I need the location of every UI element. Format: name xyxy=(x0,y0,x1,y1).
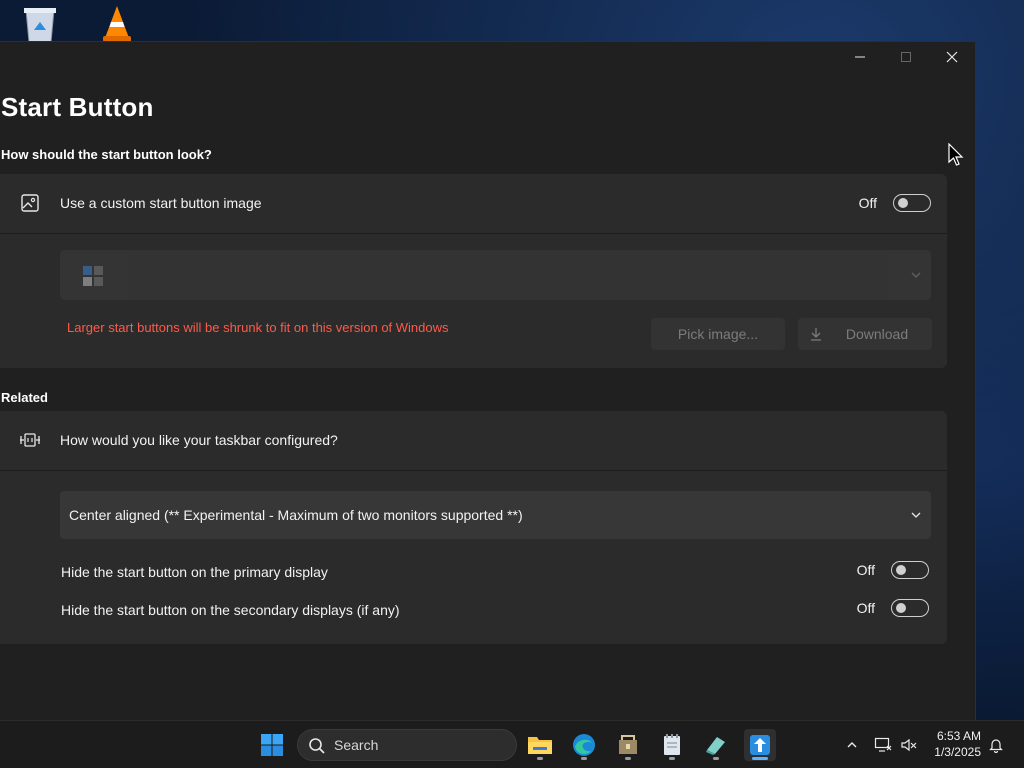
app-package-icon[interactable] xyxy=(612,729,644,761)
start-button-style-preview-icon xyxy=(83,266,103,291)
taskbar-config-card: How would you like your taskbar configur… xyxy=(0,411,947,644)
card-divider xyxy=(0,233,947,234)
minimize-icon xyxy=(855,56,865,58)
running-indicator xyxy=(713,757,719,760)
recycle-bin-icon[interactable] xyxy=(20,4,60,44)
taskbar-alignment-value: Center aligned (** Experimental - Maximu… xyxy=(69,507,523,523)
section-label-look: How should the start button look? xyxy=(1,147,212,162)
custom-image-row: Use a custom start button image Off xyxy=(0,174,947,232)
download-label: Download xyxy=(845,326,909,342)
clock-time: 6:53 AM xyxy=(936,729,981,743)
section-label-related: Related xyxy=(1,390,48,405)
hide-primary-toggle-group: Off xyxy=(857,561,929,579)
running-indicator xyxy=(625,757,631,760)
chevron-up-icon xyxy=(847,742,857,748)
show-hidden-icons-button[interactable] xyxy=(842,721,862,768)
close-button[interactable] xyxy=(929,42,975,72)
page-title: Start Button xyxy=(1,92,154,122)
custom-image-card: Use a custom start button image Off Larg… xyxy=(0,174,947,368)
size-warning-text: Larger start buttons will be shrunk to f… xyxy=(67,320,449,335)
network-icon[interactable] xyxy=(872,721,894,768)
custom-image-toggle-group: Off xyxy=(859,194,931,212)
notification-bell-icon[interactable] xyxy=(986,721,1006,768)
maximize-icon xyxy=(901,52,911,62)
hide-secondary-label: Hide the start button on the secondary d… xyxy=(61,602,400,618)
maximize-button[interactable] xyxy=(883,42,929,72)
hide-primary-label: Hide the start button on the primary dis… xyxy=(61,564,328,580)
search-icon xyxy=(309,738,325,754)
chevron-down-icon xyxy=(911,272,921,278)
volume-muted-icon[interactable] xyxy=(898,721,920,768)
download-icon xyxy=(811,328,821,341)
running-indicator xyxy=(752,757,768,760)
custom-image-toggle-state: Off xyxy=(858,195,877,211)
image-icon xyxy=(19,192,41,214)
taskbar-icon xyxy=(19,429,41,451)
chevron-down-icon xyxy=(911,512,921,518)
download-button[interactable]: Download xyxy=(798,318,932,350)
start-button-settings-window: Start Button How should the start button… xyxy=(0,41,976,721)
file-explorer-icon[interactable] xyxy=(524,729,556,761)
notepad-icon[interactable] xyxy=(656,729,688,761)
clock-date: 1/3/2025 xyxy=(934,745,981,759)
hide-secondary-toggle-state: Off xyxy=(856,600,875,616)
system-clock[interactable]: 6:53 AM 1/3/2025 xyxy=(934,728,981,760)
hide-secondary-toggle[interactable] xyxy=(891,599,929,617)
taskbar-config-label: How would you like your taskbar configur… xyxy=(60,432,338,448)
custom-image-toggle[interactable] xyxy=(893,194,931,212)
running-indicator xyxy=(537,757,543,760)
hide-secondary-toggle-group: Off xyxy=(857,599,929,617)
start11-icon[interactable] xyxy=(744,729,776,761)
taskbar-alignment-combo[interactable]: Center aligned (** Experimental - Maximu… xyxy=(60,491,931,539)
pick-image-button[interactable]: Pick image... xyxy=(651,318,785,350)
eraser-icon[interactable] xyxy=(700,729,732,761)
card-divider xyxy=(0,470,947,471)
custom-image-label: Use a custom start button image xyxy=(60,195,262,211)
window-controls xyxy=(837,42,975,72)
taskbar-config-row: How would you like your taskbar configur… xyxy=(0,411,947,469)
running-indicator xyxy=(581,757,587,760)
hide-primary-toggle[interactable] xyxy=(891,561,929,579)
taskbar: Search 6:53 AM 1/3/2025 xyxy=(0,720,1024,768)
taskbar-search-box[interactable]: Search xyxy=(297,729,517,761)
close-icon xyxy=(946,51,958,63)
start-icon[interactable] xyxy=(256,729,288,761)
hide-primary-toggle-state: Off xyxy=(856,562,875,578)
vlc-icon[interactable] xyxy=(97,4,137,44)
edge-icon[interactable] xyxy=(568,729,600,761)
mouse-cursor-icon xyxy=(948,142,964,172)
start-button-style-combo[interactable] xyxy=(60,250,931,300)
running-indicator xyxy=(669,757,675,760)
search-placeholder: Search xyxy=(334,737,379,753)
minimize-button[interactable] xyxy=(837,42,883,72)
